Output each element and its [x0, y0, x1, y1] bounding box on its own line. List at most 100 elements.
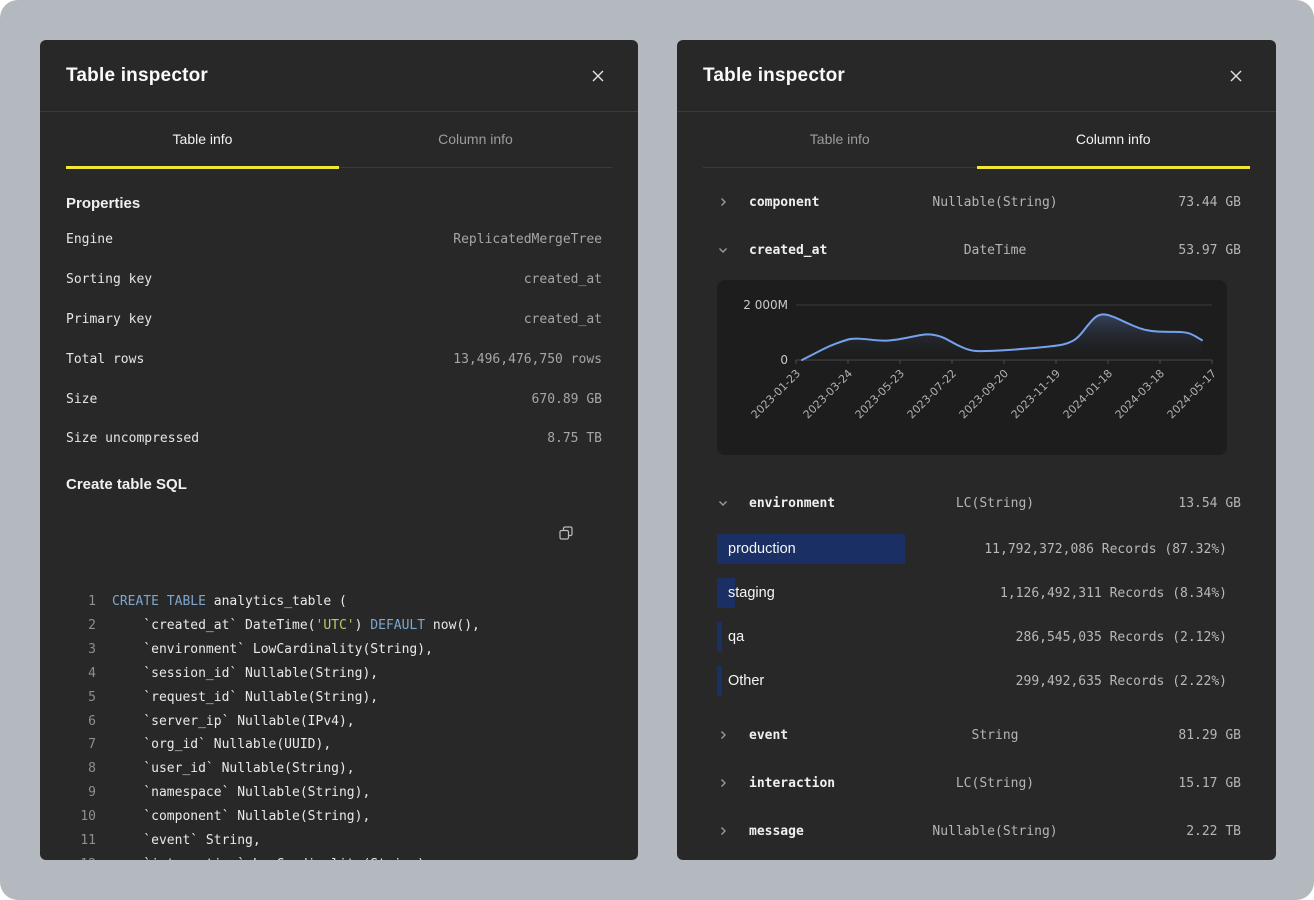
property-label: Engine: [66, 232, 113, 247]
column-row-interaction[interactable]: interactionLC(String)15.17 GB: [677, 759, 1276, 807]
property-label: Primary key: [66, 312, 152, 327]
code-line: 6 `server_ip` Nullable(IPv4),: [66, 710, 602, 734]
code-text: `org_id` Nullable(UUID),: [96, 733, 331, 757]
copy-sql-button[interactable]: [554, 521, 578, 545]
code-token-pl: `server_ip` Nullable(IPv4),: [112, 714, 355, 729]
code-token-pl: `interaction` LowCardinality(String),: [112, 857, 433, 860]
code-token-pl: `org_id` Nullable(UUID),: [112, 737, 331, 752]
copy-icon: [558, 525, 574, 541]
column-expand-toggle[interactable]: [701, 777, 749, 789]
value-records: 286,545,035 Records (2.12%): [1016, 630, 1227, 645]
property-row: Sorting keycreated_at: [66, 260, 602, 300]
column-size: 2.22 TB: [1077, 824, 1241, 839]
x-axis-label: 2024-05-17: [1165, 367, 1219, 421]
y-axis-label: 0: [780, 353, 788, 367]
value-row-qa: qa 286,545,035 Records (2.12%): [677, 615, 1276, 659]
column-size: 15.17 GB: [1077, 776, 1241, 791]
chevron-down-icon: [717, 244, 729, 256]
created-at-histogram: 2 000M02023-01-232023-03-242023-05-23202…: [717, 280, 1227, 455]
x-close-icon: [591, 69, 605, 83]
panel-title: Table inspector: [66, 65, 208, 87]
close-button[interactable]: [1222, 62, 1250, 90]
x-axis-label: 2023-03-24: [801, 367, 855, 421]
line-number: 3: [66, 638, 96, 662]
value-row-other: Other299,492,635 Records (2.22%): [677, 659, 1276, 703]
column-row-message[interactable]: messageNullable(String)2.22 TB: [677, 807, 1276, 855]
column-size: 53.97 GB: [1077, 243, 1241, 258]
code-line: 7 `org_id` Nullable(UUID),: [66, 733, 602, 757]
table-inspector-panel-left: Table inspector Table info Column info P…: [40, 40, 638, 860]
code-token-pl: `user_id` Nullable(String),: [112, 761, 355, 776]
tab-bar: Table info Column info: [703, 112, 1250, 168]
column-name: environment: [749, 496, 913, 511]
line-number: 5: [66, 686, 96, 710]
column-type: LC(String): [913, 496, 1077, 511]
column-type: String: [913, 728, 1077, 743]
column-expand-toggle[interactable]: [701, 196, 749, 208]
create-table-sql-heading: Create table SQL: [66, 475, 602, 495]
x-axis-label: 2024-01-18: [1061, 367, 1115, 421]
column-expand-toggle[interactable]: [701, 497, 749, 509]
column-name: message: [749, 824, 913, 839]
value-label: qa: [717, 629, 744, 645]
code-token-pl: `request_id` Nullable(String),: [112, 690, 378, 705]
property-value: created_at: [524, 312, 602, 327]
code-text: `environment` LowCardinality(String),: [96, 638, 433, 662]
tab-column-info[interactable]: Column info: [977, 112, 1251, 169]
properties-heading: Properties: [66, 194, 602, 214]
code-token-pl: `created_at` DateTime(: [112, 618, 316, 633]
x-axis-label: 2023-07-22: [905, 367, 959, 421]
line-number: 6: [66, 710, 96, 734]
column-name: interaction: [749, 776, 913, 791]
x-close-icon: [1229, 69, 1243, 83]
line-number: 4: [66, 662, 96, 686]
code-line: 12 `interaction` LowCardinality(String),: [66, 853, 602, 860]
table-inspector-panel-right: Table inspector Table info Column info c…: [677, 40, 1276, 860]
code-text: `created_at` DateTime('UTC') DEFAULT now…: [96, 614, 480, 638]
tab-table-info[interactable]: Table info: [66, 112, 339, 169]
area-chart-svg: 2 000M02023-01-232023-03-242023-05-23202…: [717, 280, 1227, 455]
panel-header: Table inspector: [40, 40, 638, 112]
column-row-component[interactable]: componentNullable(String)73.44 GB: [677, 178, 1276, 226]
panel-header: Table inspector: [677, 40, 1276, 112]
chevron-right-icon: [717, 729, 729, 741]
column-name: component: [749, 195, 913, 210]
value-bar-cell: Other: [717, 666, 764, 696]
code-token-pl: now(),: [425, 618, 480, 633]
column-name: event: [749, 728, 913, 743]
column-expand-toggle[interactable]: [701, 825, 749, 837]
code-line: 8 `user_id` Nullable(String),: [66, 757, 602, 781]
code-line: 11 `event` String,: [66, 829, 602, 853]
code-token-kw: DEFAULT: [370, 618, 425, 633]
code-text: `user_id` Nullable(String),: [96, 757, 355, 781]
x-axis-label: 2024-03-18: [1113, 367, 1167, 421]
column-info-list: componentNullable(String)73.44 GBcreated…: [677, 168, 1276, 855]
value-records: 11,792,372,086 Records (87.32%): [984, 542, 1227, 557]
value-bar-cell: qa: [717, 622, 744, 652]
line-number: 12: [66, 853, 96, 860]
column-row-environment[interactable]: environmentLC(String)13.54 GB: [677, 479, 1276, 527]
code-line: 5 `request_id` Nullable(String),: [66, 686, 602, 710]
column-row-created_at[interactable]: created_atDateTime53.97 GB: [677, 226, 1276, 274]
code-line: 1CREATE TABLE analytics_table (: [66, 590, 602, 614]
code-text: `namespace` Nullable(String),: [96, 781, 370, 805]
code-line: 2 `created_at` DateTime('UTC') DEFAULT n…: [66, 614, 602, 638]
property-row: Size uncompressed 8.75 TB: [66, 419, 602, 459]
property-value: 8.75 TB: [547, 431, 602, 446]
code-line: 9 `namespace` Nullable(String),: [66, 781, 602, 805]
code-text: `event` String,: [96, 829, 261, 853]
chevron-right-icon: [717, 196, 729, 208]
code-line: 10 `component` Nullable(String),: [66, 805, 602, 829]
column-expand-toggle[interactable]: [701, 244, 749, 256]
property-value: 670.89 GB: [532, 392, 602, 407]
tab-column-info[interactable]: Column info: [339, 112, 612, 169]
column-row-event[interactable]: eventString81.29 GB: [677, 711, 1276, 759]
close-button[interactable]: [584, 62, 612, 90]
column-expand-toggle[interactable]: [701, 729, 749, 741]
tab-table-info[interactable]: Table info: [703, 112, 977, 169]
property-label: Size uncompressed: [66, 431, 199, 446]
chevron-right-icon: [717, 777, 729, 789]
value-records: 1,126,492,311 Records (8.34%): [1000, 586, 1227, 601]
line-number: 11: [66, 829, 96, 853]
value-bar-cell: staging: [717, 578, 775, 608]
